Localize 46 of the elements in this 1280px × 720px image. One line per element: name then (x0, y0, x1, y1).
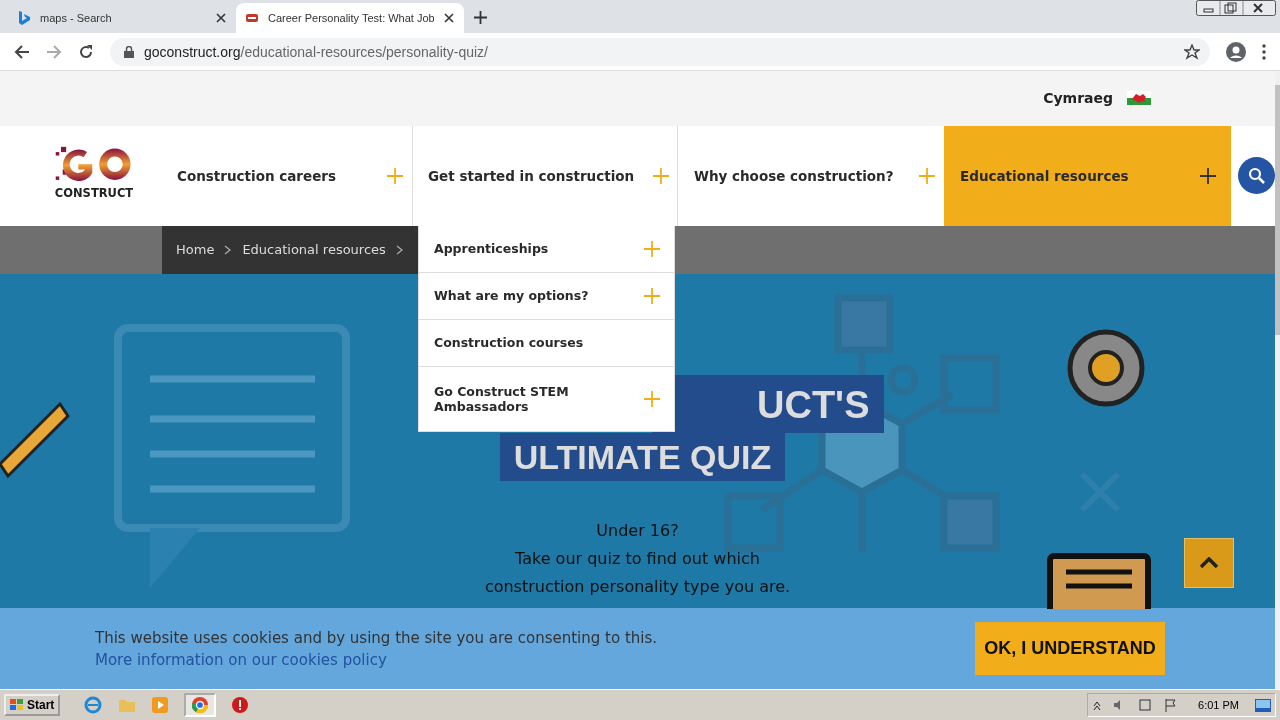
browser-tab[interactable]: maps - Search (8, 3, 236, 33)
back-to-top-button[interactable] (1184, 537, 1234, 588)
quiz-title: ULTIMATE QUIZ (499, 432, 786, 481)
nav-menu-item[interactable]: Get started in construction (412, 125, 678, 226)
site-favicon (246, 14, 258, 22)
accept-cookies-button[interactable]: OK, I UNDERSTAND (975, 622, 1165, 676)
welsh-flag-icon (1127, 91, 1151, 106)
nav-menu-item[interactable]: Educational resources (944, 125, 1231, 226)
window-controls[interactable] (1196, 0, 1276, 16)
bookmark-star-icon[interactable] (1184, 43, 1200, 60)
nav-menu-item[interactable]: Construction careers (168, 125, 412, 226)
start-button[interactable]: Start (4, 694, 61, 716)
chrome-taskbar-icon[interactable] (184, 693, 217, 717)
dropdown-item[interactable]: Apprenticeships (419, 225, 674, 273)
chevron-icon (224, 244, 233, 255)
go-construct-logo[interactable]: CONSTRUCT (48, 145, 140, 208)
windows-logo-icon (10, 699, 24, 711)
language-link[interactable]: Cymraeg (1043, 90, 1113, 107)
breadcrumb-link[interactable]: Home (176, 242, 215, 258)
address-field[interactable]: goconstruct.org/educational-resources/personality-quiz/ (110, 37, 1210, 66)
hero-text: Under 16? Take our quiz to find out which construction personality type you are. (484, 519, 791, 598)
chevron-up-icon (1199, 556, 1219, 569)
menu-icon[interactable] (1262, 43, 1266, 60)
search-icon (1247, 166, 1266, 185)
close-tab-icon[interactable] (216, 13, 226, 23)
show-desktop-icon[interactable] (1255, 698, 1271, 712)
breadcrumb-link[interactable]: Educational resources (242, 242, 386, 258)
plus-icon (653, 167, 669, 184)
search-button[interactable] (1238, 157, 1275, 195)
lock-icon (124, 45, 134, 58)
profile-icon[interactable] (1226, 41, 1246, 62)
cookie-notice-text: This website uses cookies and by using the site you are consenting to this. (95, 628, 658, 647)
clock[interactable]: 6:01 PM (1198, 699, 1239, 711)
back-icon[interactable] (14, 43, 30, 60)
dropdown-item[interactable]: Construction courses (419, 319, 674, 367)
reload-icon[interactable] (78, 43, 94, 60)
new-tab-icon[interactable] (474, 11, 487, 24)
plus-icon (919, 167, 935, 184)
nav-menu-item[interactable]: Why choose construction? (678, 125, 944, 226)
close-tab-icon[interactable] (444, 13, 454, 23)
plus-icon (387, 167, 403, 184)
bing-icon (18, 11, 30, 25)
chevron-icon (395, 244, 404, 255)
dropdown-item[interactable]: What are my options? (419, 272, 674, 320)
plus-icon (1200, 167, 1216, 184)
browser-tab[interactable]: Career Personality Test: What Job (236, 3, 464, 33)
